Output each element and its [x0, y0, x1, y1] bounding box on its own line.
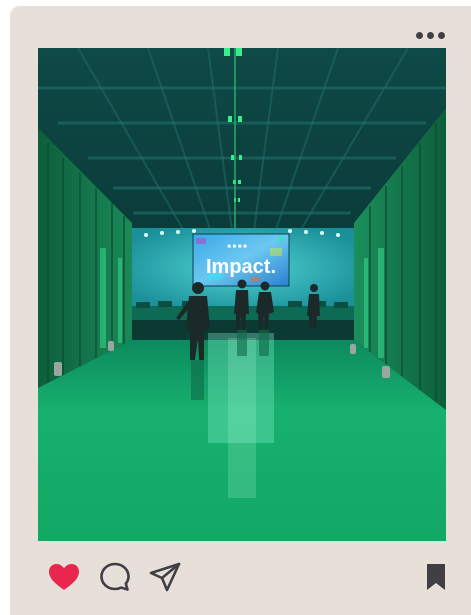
like-button[interactable]: [46, 559, 82, 595]
post-card: ■ ■ ■ ■ Impact.: [10, 6, 471, 615]
post-photo[interactable]: ■ ■ ■ ■ Impact.: [38, 48, 446, 541]
screen-subtext: ■ ■ ■ ■: [227, 244, 247, 250]
post-actions-bar: [38, 559, 456, 595]
share-button[interactable]: [147, 559, 183, 595]
event-hall-image: ■ ■ ■ ■ Impact.: [38, 48, 446, 541]
bookmark-icon: [427, 564, 445, 590]
more-dot-icon: [415, 31, 423, 39]
heart-icon: [49, 564, 79, 590]
more-options-button[interactable]: [410, 24, 450, 46]
save-button[interactable]: [418, 559, 454, 595]
screen-text: Impact.: [206, 256, 276, 278]
comment-button[interactable]: [97, 559, 133, 595]
more-dot-icon: [437, 31, 445, 39]
more-dot-icon: [426, 31, 434, 39]
send-icon: [149, 562, 181, 592]
comment-bubble-icon: [100, 562, 130, 591]
